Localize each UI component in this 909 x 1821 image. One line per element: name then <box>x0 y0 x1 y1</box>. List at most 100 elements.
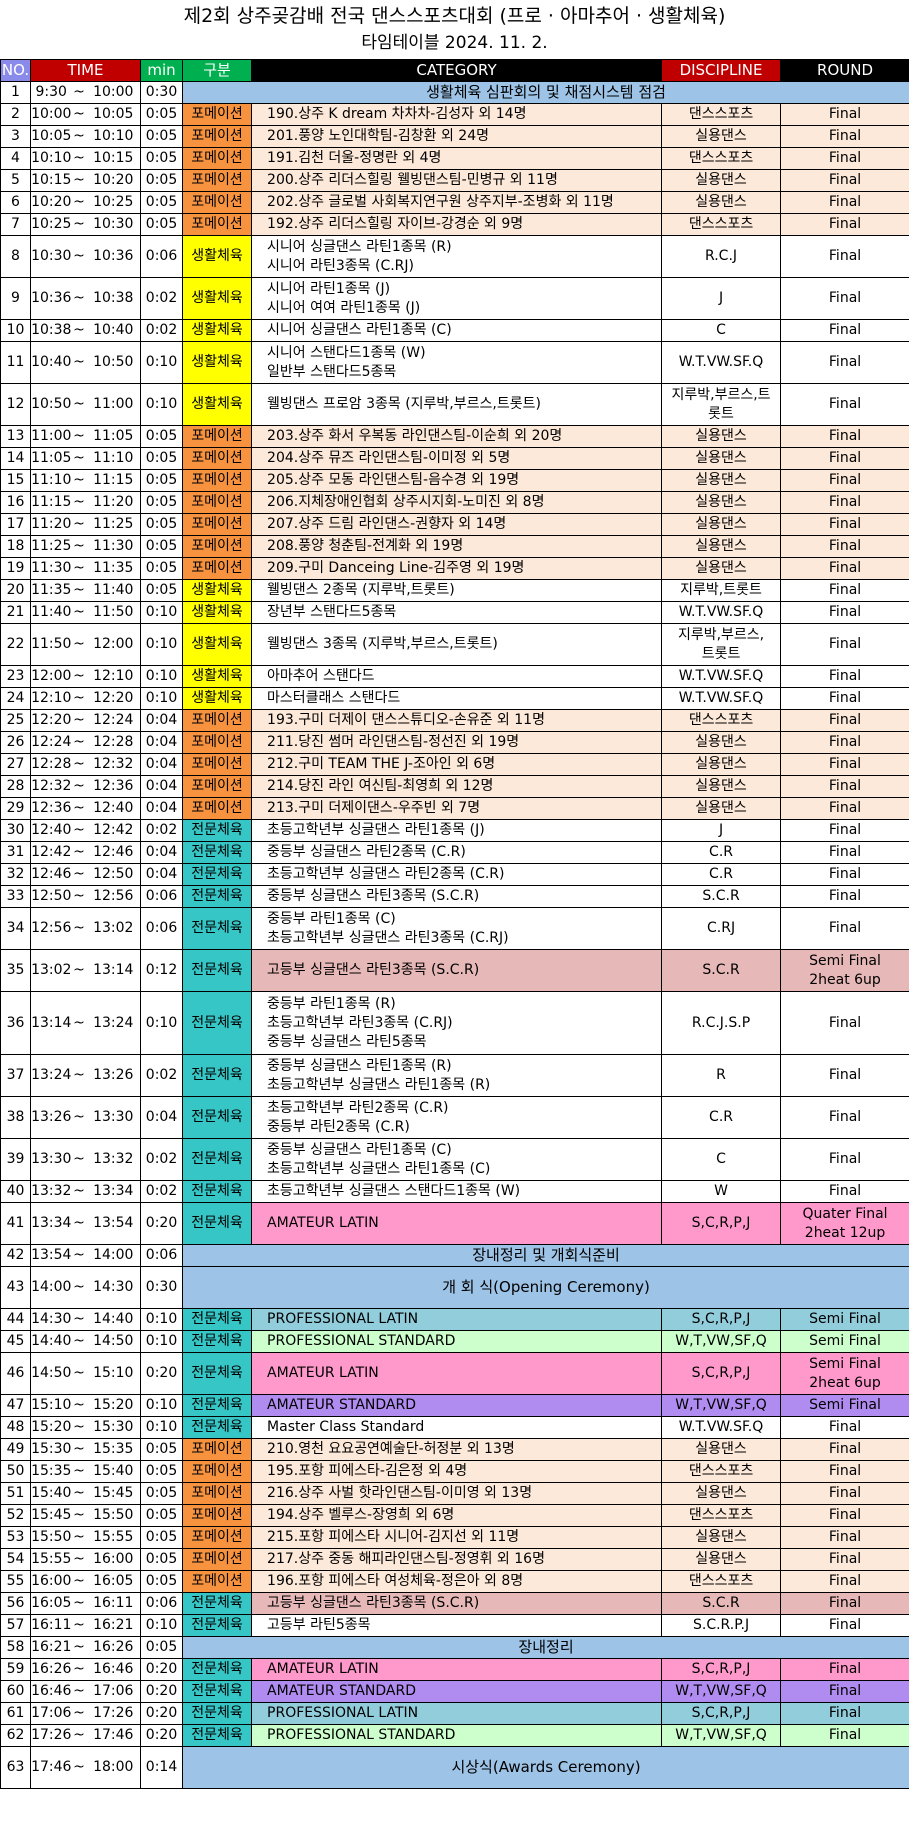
end-time: 13:14 <box>86 949 142 992</box>
duration: 0:20 <box>140 1202 184 1245</box>
row-number: 36 <box>0 991 31 1055</box>
discipline-line: 실용댄스 <box>695 1441 747 1457</box>
row-number: 24 <box>0 687 31 710</box>
round-cell: Final <box>780 885 909 908</box>
table-row: 51 15:40 ~15:45 0:05 포메이션 216.상주 사벌 핫라인댄스팀-이미… <box>0 1482 909 1505</box>
discipline-cell: S.C.R <box>661 885 782 908</box>
duration: 0:04 <box>140 841 184 864</box>
row-number: 2 <box>0 103 31 126</box>
start-time: 15:35 <box>30 1460 72 1483</box>
category-type: 포메이션 <box>182 753 253 776</box>
round-line: Final <box>828 396 862 412</box>
duration: 0:05 <box>140 535 184 558</box>
end-time: 16:21 <box>86 1614 142 1637</box>
category-type: 포메이션 <box>182 775 253 798</box>
start-time: 16:00 <box>30 1570 72 1593</box>
time-separator: ~ <box>71 235 87 278</box>
discipline-cell: C <box>661 1138 782 1181</box>
start-time: 10:20 <box>30 191 72 214</box>
row-number: 7 <box>0 213 31 236</box>
table-row: 6 10:20 ~10:25 0:05 포메이션 202.상주 글로벌 사회복지연구원 상… <box>0 191 909 214</box>
time-separator: ~ <box>71 731 87 754</box>
start-time: 12:10 <box>30 687 72 710</box>
discipline-line: J <box>718 290 724 306</box>
category-type: 전문체육 <box>182 819 253 842</box>
table-row: 15 11:10 ~11:15 0:05 포메이션 205.상주 모동 라인댄스팀-음수경… <box>0 469 909 492</box>
round-cell: Final <box>780 863 909 886</box>
discipline-cell: 댄스스포츠 <box>661 709 782 732</box>
round-cell: Final <box>780 1438 909 1461</box>
table-row: 61 17:06 ~17:26 0:20 전문체육 PROFESSIONAL LATIN S… <box>0 1702 909 1725</box>
category-line: 194.상주 벨루스-장영희 외 6명 <box>267 1507 455 1523</box>
discipline-line: C.R <box>709 866 733 882</box>
category-line: Master Class Standard <box>267 1419 425 1435</box>
start-time: 13:14 <box>30 991 72 1055</box>
time-separator: ~ <box>71 1702 87 1725</box>
discipline-cell: C.R <box>661 863 782 886</box>
round-line: Final <box>828 128 862 144</box>
row-number: 23 <box>0 665 31 688</box>
row-number: 61 <box>0 1702 31 1725</box>
table-row: 9 10:36 ~10:38 0:02 생활체육 시니어 라틴1종목 (J) 시니어 여여 … <box>0 277 909 320</box>
row-number: 27 <box>0 753 31 776</box>
end-time: 13:32 <box>86 1138 142 1181</box>
end-time: 16:00 <box>86 1548 142 1571</box>
round-line: Final <box>828 1727 862 1743</box>
duration: 0:20 <box>140 1352 184 1395</box>
discipline-cell: W,T,VW,SF,Q <box>661 1394 782 1417</box>
category-cell: 중등부 싱글댄스 라틴1종목 (C) 초등고학년부 싱글댄스 라틴1종목 (C) <box>251 1138 663 1181</box>
category-type: 포메이션 <box>182 1504 253 1527</box>
round-cell: Final <box>780 147 909 170</box>
time-separator: ~ <box>71 1352 87 1395</box>
discipline-cell: 댄스스포츠 <box>661 1460 782 1483</box>
table-row: 5 10:15 ~10:20 0:05 포메이션 200.상주 리더스힐링 웰빙댄스팀-민… <box>0 169 909 192</box>
discipline-line: C <box>716 322 726 338</box>
category-line: 중등부 싱글댄스 라틴2종목 (C.R) <box>267 844 466 860</box>
end-time: 15:20 <box>86 1394 142 1417</box>
category-type: 전문체육 <box>182 1138 253 1181</box>
row-number: 58 <box>0 1636 31 1659</box>
category-cell: 고등부 라틴5종목 <box>251 1614 663 1637</box>
round-cell: Quater Final 2heat 12up <box>780 1202 909 1245</box>
end-time: 12:36 <box>86 775 142 798</box>
end-time: 16:46 <box>86 1658 142 1681</box>
table-row: 57 16:11 ~16:21 0:10 전문체육 고등부 라틴5종목 S.C.R.P.J F… <box>0 1614 909 1637</box>
category-line: 초등고학년부 싱글댄스 라틴2종목 (C.R) <box>267 866 505 882</box>
end-time: 11:30 <box>86 535 142 558</box>
discipline-line: S,C,R,P,J <box>691 1365 751 1381</box>
round-cell: Semi Final <box>780 1330 909 1353</box>
category-line: 201.풍양 노인대학팀-김창환 외 24명 <box>267 128 489 144</box>
category-type: 포메이션 <box>182 1526 253 1549</box>
category-line: 195.포항 피에스타-김은정 외 4명 <box>267 1463 468 1479</box>
category-cell: 시니어 스탠다드1종목 (W) 일반부 스탠다드5종목 <box>251 341 663 384</box>
row-number: 56 <box>0 1592 31 1615</box>
discipline-line: S.C.R.P.J <box>692 1617 750 1633</box>
time-separator: ~ <box>71 1724 87 1747</box>
time-separator: ~ <box>71 665 87 688</box>
table-row: 25 12:20 ~12:24 0:04 포메이션 193.구미 더제이 댄스스튜디오-손… <box>0 709 909 732</box>
time-separator: ~ <box>71 797 87 820</box>
round-line: Semi Final <box>809 1333 881 1349</box>
round-cell: Final <box>780 819 909 842</box>
end-time: 10:00 <box>86 81 142 104</box>
category-cell: 206.지체장애인협회 상주시지회-노미진 외 8명 <box>251 491 663 514</box>
discipline-cell: S,C,R,P,J <box>661 1702 782 1725</box>
discipline-cell: 실용댄스 <box>661 1438 782 1461</box>
duration: 0:10 <box>140 1308 184 1331</box>
discipline-line: 실용댄스 <box>695 516 747 532</box>
time-separator: ~ <box>71 1244 87 1267</box>
row-number: 34 <box>0 907 31 950</box>
time-separator: ~ <box>71 1680 87 1703</box>
category-cell: 192.상주 리더스힐링 자이브-강경순 외 9명 <box>251 213 663 236</box>
category-line: 192.상주 리더스힐링 자이브-강경순 외 9명 <box>267 216 524 232</box>
end-time: 13:26 <box>86 1054 142 1097</box>
row-number: 59 <box>0 1658 31 1681</box>
time-separator: ~ <box>71 1504 87 1527</box>
category-type: 전문체육 <box>182 863 253 886</box>
discipline-line: 댄스스포츠 <box>688 216 754 232</box>
discipline-line: S.C.R <box>702 1595 740 1611</box>
category-type: 포메이션 <box>182 469 253 492</box>
start-time: 13:02 <box>30 949 72 992</box>
row-number: 32 <box>0 863 31 886</box>
category-cell: 204.상주 뮤즈 라인댄스팀-이미정 외 5명 <box>251 447 663 470</box>
